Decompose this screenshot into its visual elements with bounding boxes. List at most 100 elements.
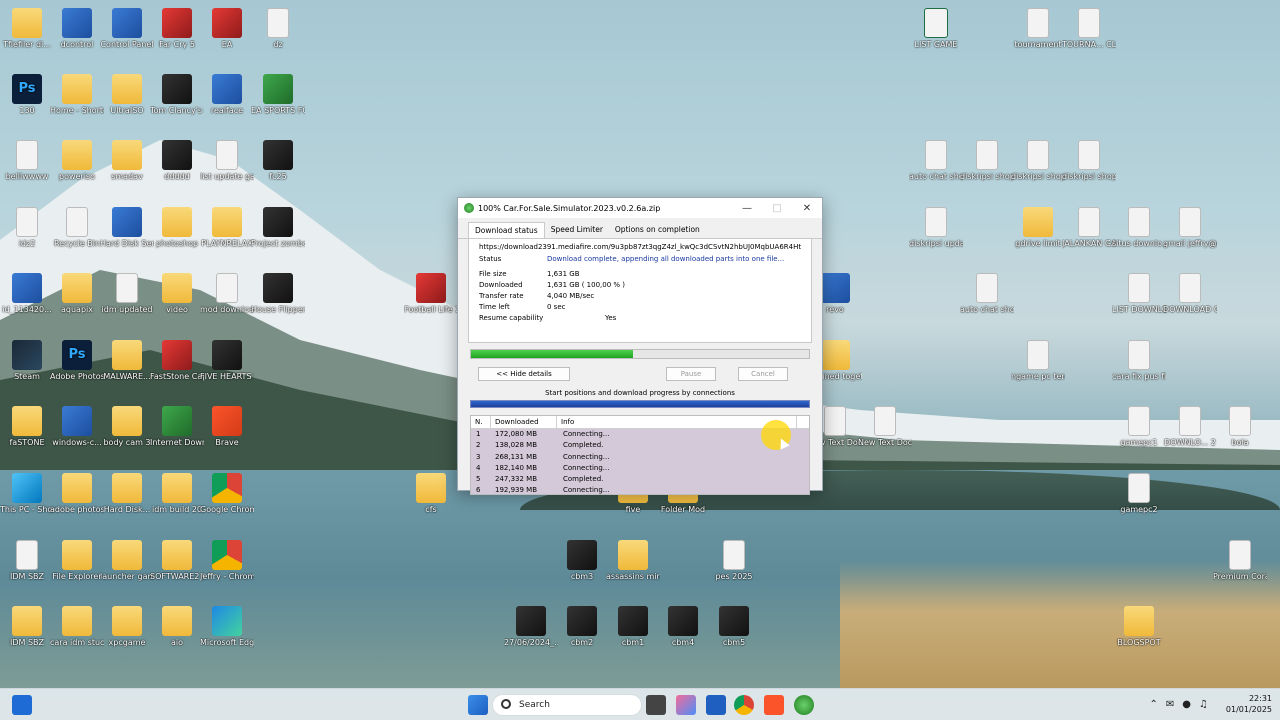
connections-table[interactable]: N. Downloaded Info 1 172,080 MB Connecting… (470, 415, 810, 495)
desktop-icon[interactable]: IDM SBZ (0, 540, 54, 582)
start-icon[interactable] (468, 695, 488, 715)
desktop-icon[interactable]: IDM SBZ (0, 606, 54, 648)
desktop-icon[interactable]: cfs (404, 473, 458, 515)
desktop-icon[interactable]: cbm3 (555, 540, 609, 582)
desktop-icon[interactable]: Premium Coral (45... (1213, 540, 1267, 582)
clock[interactable]: 22:31 01/01/2025 (1226, 693, 1272, 715)
desktop-icon[interactable]: gdrive limit (1011, 207, 1065, 249)
desktop-icon[interactable]: aquapix (50, 273, 104, 315)
desktop-icon[interactable]: belliwwww (0, 140, 54, 182)
desktop-icon[interactable]: launcher game ... (100, 540, 154, 582)
desktop-icon[interactable]: list update game 14... (200, 140, 254, 182)
desktop-icon[interactable]: idm build 20 (150, 473, 204, 515)
desktop-icon[interactable]: diskripsi update (909, 207, 963, 249)
desktop-icon[interactable]: 27/06/2024_... (504, 606, 558, 648)
col-number[interactable]: N. (471, 416, 491, 428)
desktop-icon[interactable]: cbm2 (555, 606, 609, 648)
desktop-icon[interactable]: realface (200, 74, 254, 116)
desktop-icon[interactable]: Recycle Bin (50, 207, 104, 249)
tab-speed-limiter[interactable]: Speed Limiter (545, 222, 609, 238)
desktop-icon[interactable]: fc25 (251, 140, 305, 182)
desktop-icon[interactable]: aio (150, 606, 204, 648)
desktop-icon[interactable]: diskripsi shopee latest (1062, 140, 1116, 182)
desktop-icon[interactable]: Tom Clancy's Ghost Reco... (150, 74, 204, 116)
copilot-icon[interactable] (676, 695, 696, 715)
desktop-icon[interactable]: tournament (1011, 8, 1065, 50)
desktop-icon[interactable]: LIST DOWNLO... (1112, 273, 1166, 315)
desktop-icon[interactable]: TOURNA... CLUB (1062, 8, 1116, 50)
table-row[interactable]: 6 192,939 MB Connecting... (471, 485, 809, 494)
desktop-icon[interactable]: idz2 (0, 207, 54, 249)
desktop-icon[interactable]: Ps Adobe Photosh... (50, 340, 104, 382)
desktop-icon[interactable]: gmail jeffry@g... (1163, 207, 1217, 249)
desktop-icon[interactable]: ddddd (150, 140, 204, 182)
desktop-icon[interactable]: cara fix pus file ramp... (1112, 340, 1166, 382)
desktop-icon[interactable]: Microsoft Edge (200, 606, 254, 648)
desktop-icon[interactable]: Far Cry 5 (150, 8, 204, 50)
desktop-icon[interactable]: Internet Downlo... (150, 406, 204, 448)
desktop-icon[interactable]: diskripsi shopee (960, 140, 1014, 182)
desktop-icon[interactable]: cbm5 (707, 606, 761, 648)
minimize-icon[interactable]: — (732, 203, 762, 214)
close-icon[interactable]: ✕ (792, 203, 822, 214)
desktop-icon[interactable]: File Explorer (50, 540, 104, 582)
store-icon[interactable] (706, 695, 726, 715)
desktop-icon[interactable]: dz (251, 8, 305, 50)
desktop-icon[interactable]: UltraISO (100, 74, 154, 116)
desktop-icon[interactable]: FIVE HEARTS UNDER O... (200, 340, 254, 382)
desktop-icon[interactable]: EA (200, 8, 254, 50)
idm-taskbar-icon[interactable] (794, 695, 814, 715)
desktop-icon[interactable]: PLAYNRELAX (200, 207, 254, 249)
desktop-icon[interactable]: SOFTWARE2 UNTUK G... (150, 540, 204, 582)
desktop-icon[interactable]: assassins mirage (606, 540, 660, 582)
desktop-icon[interactable]: Jeffry - Chrome (200, 540, 254, 582)
desktop-icon[interactable]: idm updated (100, 273, 154, 315)
pause-button[interactable]: Pause (666, 367, 716, 381)
brave-icon[interactable] (764, 695, 784, 715)
desktop-icon[interactable]: New Text Docume... (858, 406, 912, 448)
desktop-icon[interactable]: faSTONE (0, 406, 54, 448)
desktop-icon[interactable]: MALWARE... (100, 340, 154, 382)
tab-options-on-completion[interactable]: Options on completion (609, 222, 706, 238)
desktop-icon[interactable]: cara idm stuck (50, 606, 104, 648)
col-info[interactable]: Info (557, 416, 797, 428)
desktop-icon[interactable]: id_113420... (0, 273, 54, 315)
desktop-icon[interactable]: pes 2025 (707, 540, 761, 582)
desktop-icon[interactable]: auto chat shopee ... (960, 273, 1014, 315)
cancel-button[interactable]: Cancel (738, 367, 788, 381)
desktop-icon[interactable]: Google Chrome (200, 473, 254, 515)
table-row[interactable]: 2 138,028 MB Completed. (471, 440, 809, 452)
desktop-icon[interactable]: This PC - Shortcut (0, 473, 54, 515)
desktop-icon[interactable]: House Flipper 2 (251, 273, 305, 315)
desktop-icon[interactable]: Control Panel (100, 8, 154, 50)
desktop-icon[interactable]: cbm4 (656, 606, 710, 648)
desktop-icon[interactable]: ngame pc terakhir bulke (1011, 340, 1065, 382)
table-row[interactable]: 5 247,332 MB Completed. (471, 474, 809, 486)
table-row[interactable]: 3 268,131 MB Connecting... (471, 451, 809, 463)
desktop-icon[interactable]: DOWNLOAD GAME (1163, 273, 1217, 315)
dialog-titlebar[interactable]: 100% Car.For.Sale.Simulator.2023.v0.2.6a… (458, 198, 822, 218)
desktop-icon[interactable]: video (150, 273, 204, 315)
desktop-icon[interactable]: Brave (200, 406, 254, 448)
desktop-icon[interactable]: bola (1213, 406, 1267, 448)
desktop-icon[interactable]: DOWNLO... 2 (1163, 406, 1217, 448)
desktop-icon[interactable]: gamepc1 (1112, 406, 1166, 448)
desktop-icon[interactable]: Tfiefiler di... (0, 8, 54, 50)
tab-download-status[interactable]: Download status (468, 222, 545, 238)
desktop-icon[interactable]: smadav (100, 140, 154, 182)
desktop-icon[interactable]: cbm1 (606, 606, 660, 648)
widgets-icon[interactable] (12, 695, 32, 715)
desktop-icon[interactable]: Steam (0, 340, 54, 382)
desktop-icon[interactable]: diskripsi shopee... (1011, 140, 1065, 182)
chrome-icon[interactable] (734, 695, 754, 715)
desktop-icon[interactable]: dcontrol (50, 8, 104, 50)
desktop-icon[interactable]: BLOGSPOT (1112, 606, 1166, 648)
desktop-icon[interactable]: JALANKAN GAME VG ... (1062, 207, 1116, 249)
desktop-icon[interactable]: adobe photosh... (50, 473, 104, 515)
desktop-icon[interactable]: FastStone Capture (150, 340, 204, 382)
search-input[interactable]: Search (492, 694, 642, 716)
table-row[interactable]: 1 172,080 MB Connecting... (471, 429, 809, 441)
desktop-icon[interactable]: Project zomboid (251, 207, 305, 249)
desktop-icon[interactable]: Football Life 2025 (404, 273, 458, 315)
desktop-icon[interactable]: Ps 130 (0, 74, 54, 116)
